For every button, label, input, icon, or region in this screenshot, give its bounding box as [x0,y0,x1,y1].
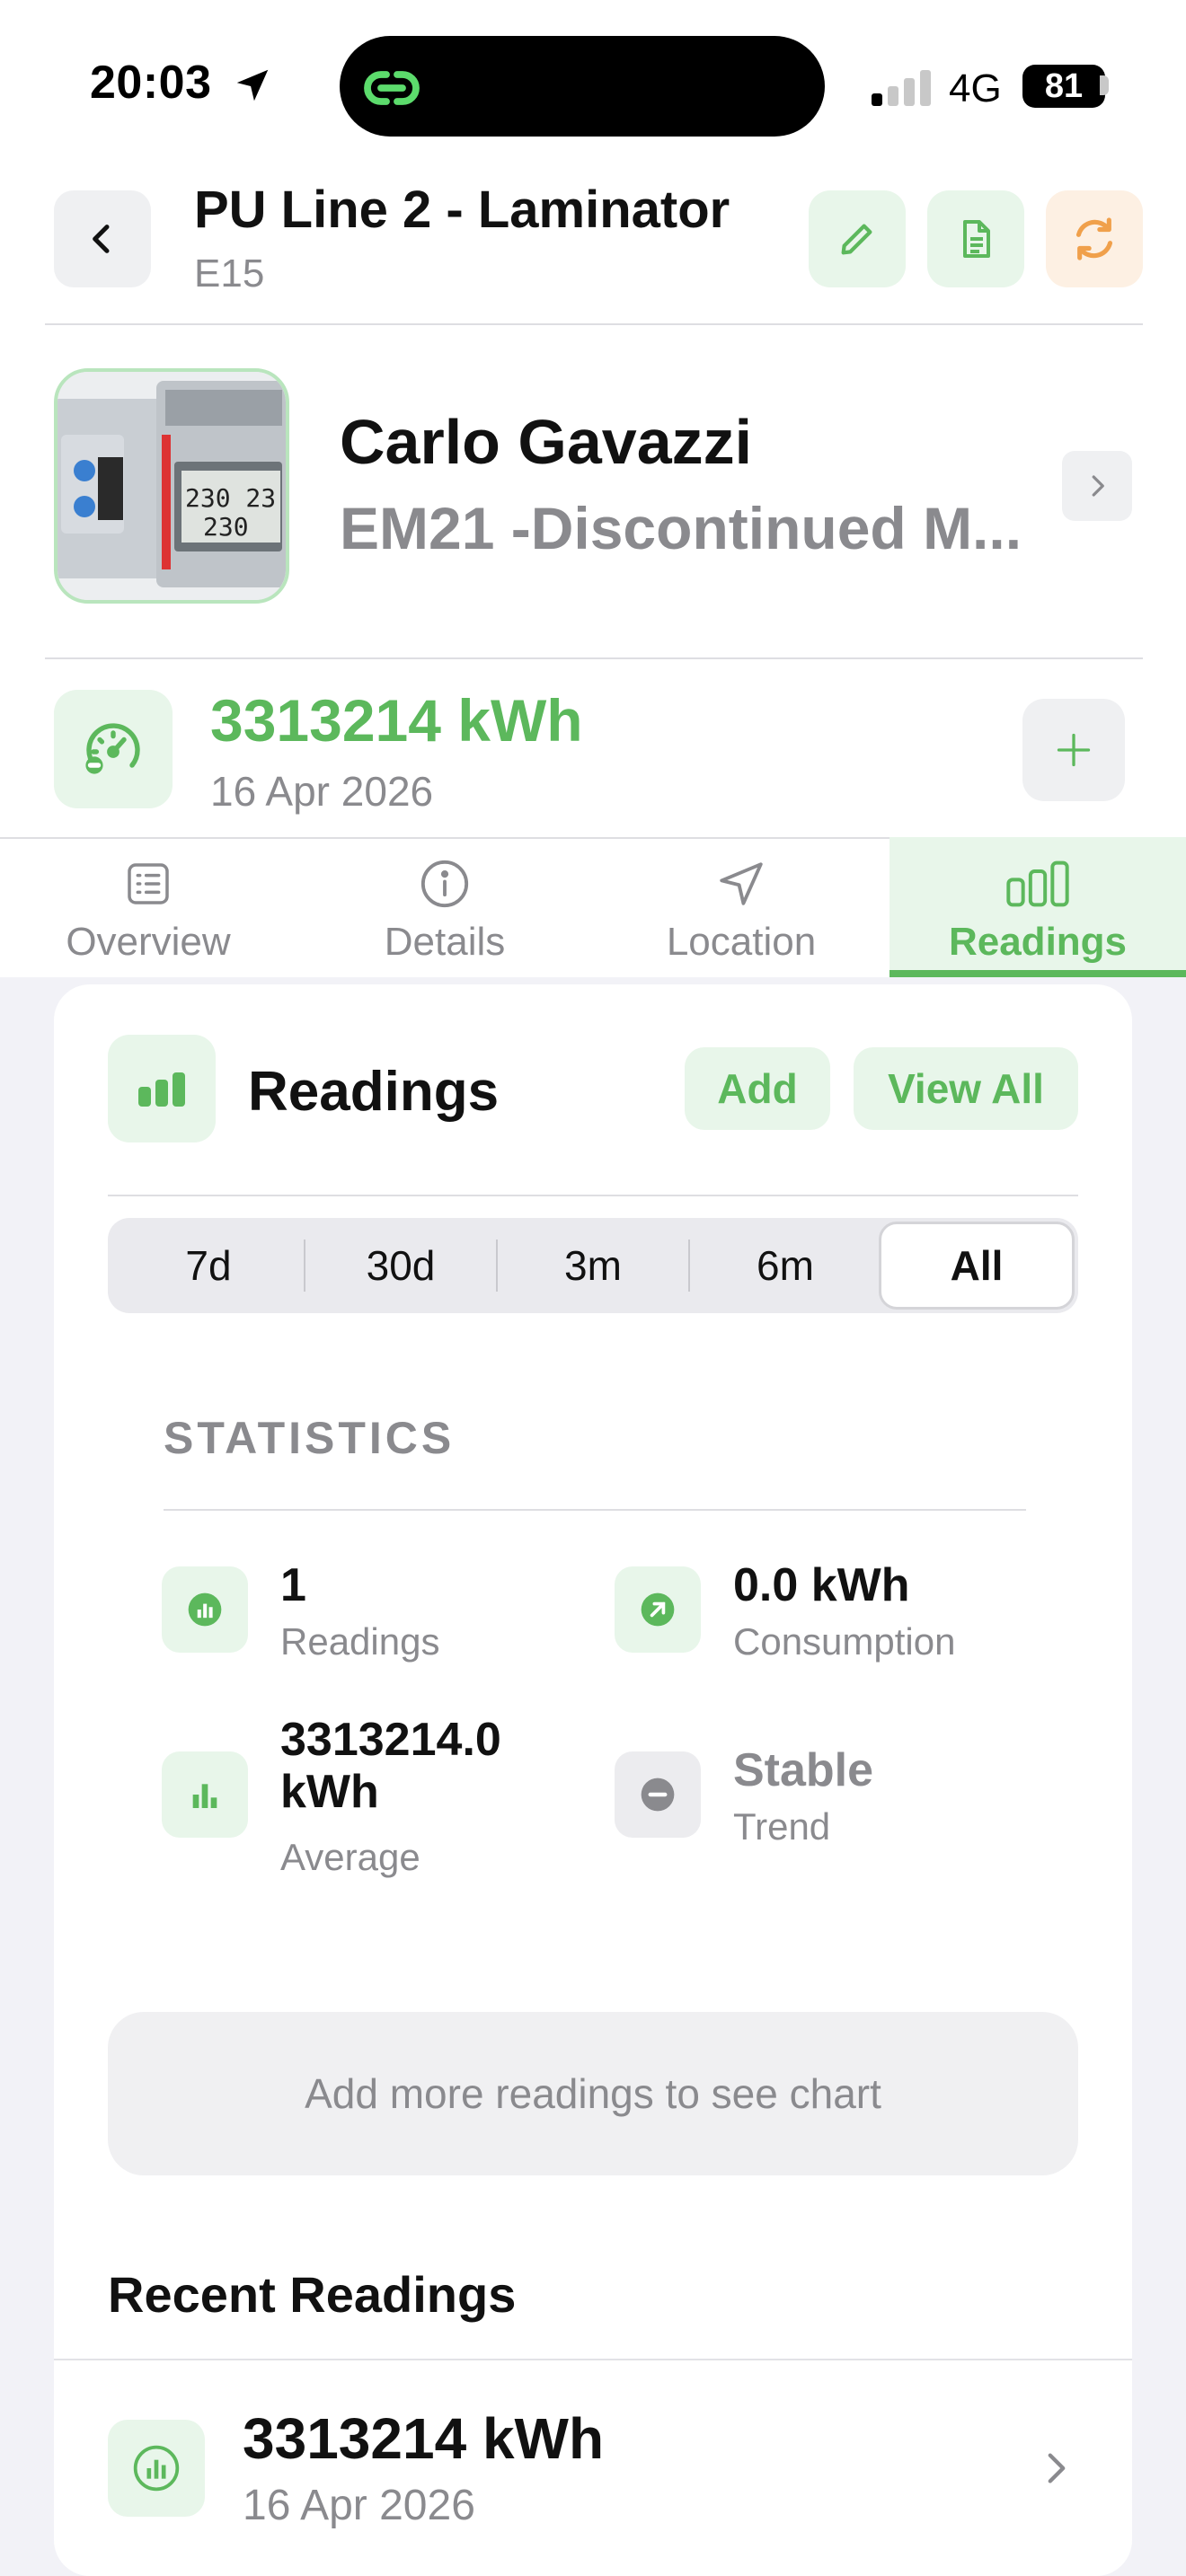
tab-details-label: Details [384,920,506,964]
cellular-signal-icon [872,68,934,106]
battery-cap [1100,75,1109,95]
latest-meter-date: 16 Apr 2026 [210,768,434,815]
navigation-icon [715,855,767,913]
range-all[interactable]: All [879,1222,1075,1310]
list-icon [123,855,173,913]
readings-count-value: 1 [280,1559,306,1611]
consumption-value: 0.0 kWh [733,1559,910,1611]
chevron-right-icon [1092,475,1104,497]
range-3m[interactable]: 3m [498,1218,688,1313]
readings-count-icon [162,1566,248,1653]
trend-label: Trend [733,1805,831,1848]
consumption-label: Consumption [733,1620,956,1663]
refresh-icon [1075,217,1113,260]
product-image[interactable]: 230 23 230 [54,368,289,604]
product-model: EM21 -Discontinued M... [340,495,1022,561]
average-icon [162,1751,248,1838]
location-arrow-icon [232,65,273,110]
product-divider [45,657,1143,659]
chevron-right-icon[interactable] [1040,2448,1073,2492]
readings-count-label: Readings [280,1620,440,1663]
pencil-icon [841,224,872,255]
edit-button[interactable] [809,190,906,287]
document-button[interactable] [927,190,1024,287]
statistics-header: STATISTICS [164,1413,456,1463]
view-all-button[interactable]: View All [854,1047,1078,1130]
back-button[interactable] [54,190,151,287]
recent-readings-title: Recent Readings [108,2266,517,2323]
product-details-button[interactable] [1062,451,1132,521]
tab-location[interactable]: Location [593,837,890,977]
latest-meter-value: 3313214 kWh [210,687,583,754]
battery-level: 81 [1022,65,1105,108]
add-button[interactable]: Add [685,1047,830,1130]
page-title: PU Line 2 - Laminator [194,181,730,239]
svg-text:230 23: 230 23 [185,483,276,513]
trend-icon [615,1751,701,1838]
status-time: 20:03 [90,57,212,109]
chart-placeholder: Add more readings to see chart [108,2012,1078,2175]
average-value-line2: kWh [280,1766,379,1818]
recent-divider [54,2359,1132,2360]
reading-item-icon [108,2420,205,2517]
readings-chart-icon [108,1035,216,1142]
info-icon [419,855,471,913]
range-6m[interactable]: 6m [690,1218,881,1313]
tab-overview-label: Overview [66,920,231,964]
statistics-divider [164,1509,1026,1511]
header-divider [45,323,1143,325]
consumption-icon [615,1566,701,1653]
tab-details[interactable]: Details [296,837,593,977]
document-icon [963,220,990,258]
tab-location-label: Location [666,920,817,964]
svg-text:230: 230 [203,512,249,542]
tab-readings-label: Readings [948,920,1128,964]
add-reading-button[interactable] [1022,699,1125,801]
tab-readings[interactable]: Readings [890,837,1186,977]
chevron-left-icon [93,225,110,253]
range-7d[interactable]: 7d [113,1218,304,1313]
reading-item-value[interactable]: 3313214 kWh [243,2405,604,2472]
product-brand: Carlo Gavazzi [340,407,753,477]
reading-item-date: 16 Apr 2026 [243,2482,475,2529]
average-label: Average [280,1836,420,1878]
readings-section-title: Readings [248,1061,500,1123]
bar-chart-icon [1004,855,1072,913]
asset-code: E15 [194,251,265,296]
trend-value: Stable [733,1744,874,1796]
meter-gauge-icon [54,690,173,808]
readings-divider [108,1195,1078,1196]
range-30d[interactable]: 30d [305,1218,496,1313]
average-value-line1: 3313214.0 [280,1714,501,1766]
tab-overview[interactable]: Overview [0,837,296,977]
sync-button[interactable] [1046,190,1143,287]
network-type: 4G [949,66,1002,110]
app-link-icon [359,56,424,125]
plus-icon [1057,733,1091,767]
